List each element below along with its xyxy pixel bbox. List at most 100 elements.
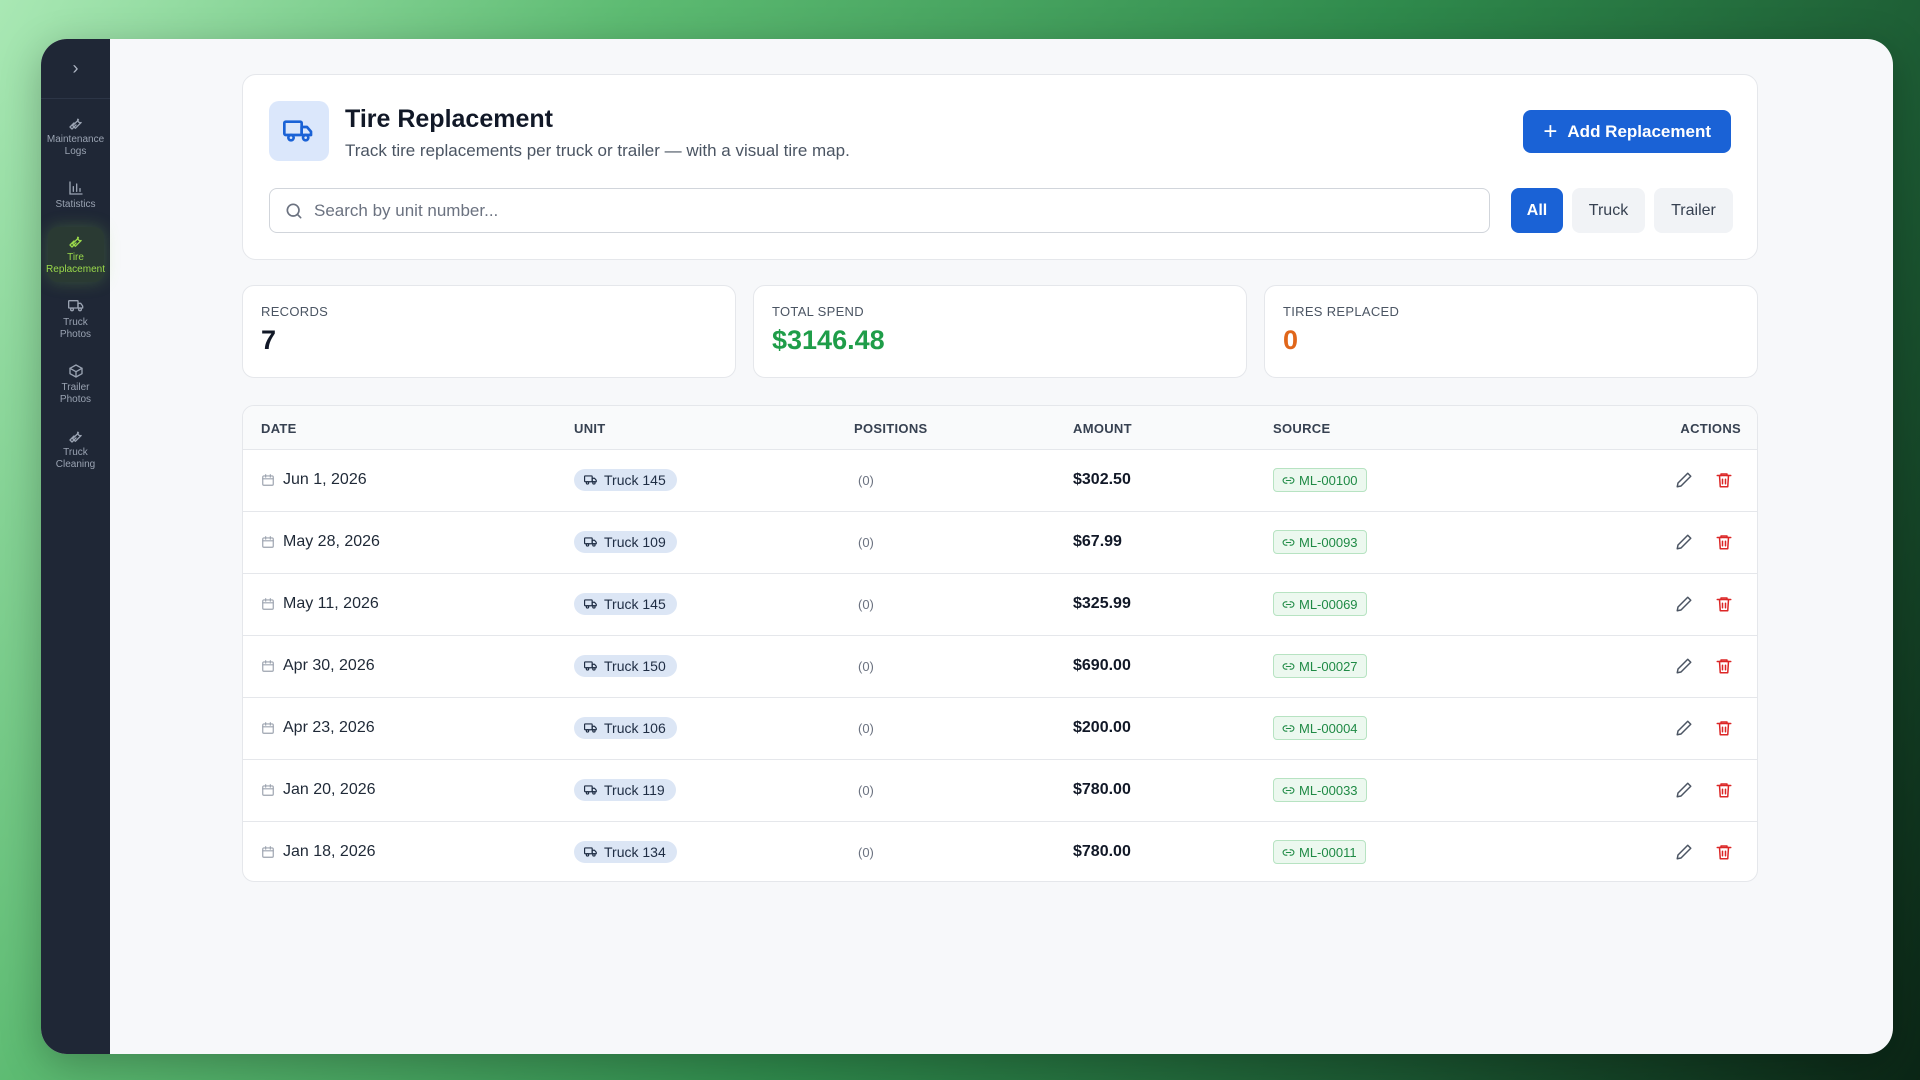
sidebar-item-maintenance-logs[interactable]: Maintenance Logs (47, 109, 104, 164)
edit-button[interactable] (1675, 781, 1695, 801)
amount-cell: $67.99 (1073, 533, 1122, 550)
unit-text: Truck 109 (604, 534, 666, 550)
sidebar-toggle-button[interactable]: › (41, 39, 110, 99)
source-link[interactable]: ML-00093 (1273, 530, 1367, 554)
truck-icon (584, 599, 597, 609)
link-icon (1282, 600, 1295, 608)
unit-badge[interactable]: Truck 145 (574, 593, 677, 615)
column-header-positions: POSITIONS (854, 421, 928, 436)
page-title: Tire Replacement (345, 105, 553, 133)
pencil-icon (1676, 472, 1692, 488)
delete-button[interactable] (1715, 595, 1735, 615)
filter-trailer-button[interactable]: Trailer (1654, 188, 1733, 233)
amount-cell: $690.00 (1073, 657, 1131, 674)
unit-badge[interactable]: Truck 106 (574, 717, 677, 739)
delete-button[interactable] (1715, 719, 1735, 739)
unit-badge[interactable]: Truck 150 (574, 655, 677, 677)
add-replacement-label: Add Replacement (1567, 121, 1711, 141)
filter-all-button[interactable]: All (1511, 188, 1563, 233)
date-text: Apr 23, 2026 (283, 719, 375, 736)
search-input[interactable] (314, 200, 1464, 221)
sidebar-item-statistics[interactable]: Statistics (48, 174, 104, 217)
source-link[interactable]: ML-00011 (1273, 840, 1366, 864)
table-row[interactable]: May 11, 2026 Truck 145 (0) $325.99 ML-00… (243, 574, 1757, 636)
table-header: DATE UNIT POSITIONS AMOUNT SOURCE ACTION… (243, 406, 1757, 450)
unit-badge[interactable]: Truck 145 (574, 469, 677, 491)
sidebar-item-trailer-photos[interactable]: Trailer Photos (48, 357, 104, 412)
sidebar-item-truck-photos[interactable]: Truck Photos (48, 292, 104, 347)
link-icon (1282, 848, 1295, 856)
trash-icon (1716, 659, 1732, 674)
delete-button[interactable] (1715, 843, 1735, 863)
wrench-icon (68, 118, 82, 130)
unit-text: Truck 145 (604, 472, 666, 488)
stat-value: 0 (1283, 325, 1299, 355)
trash-icon (1716, 783, 1732, 798)
source-link[interactable]: ML-00004 (1273, 716, 1367, 740)
stat-label: RECORDS (261, 304, 329, 319)
source-link[interactable]: ML-00100 (1273, 468, 1367, 492)
truck-icon (584, 785, 597, 795)
date-text: Jun 1, 2026 (283, 471, 367, 488)
date-cell: Apr 30, 2026 (261, 657, 375, 675)
column-header-amount: AMOUNT (1073, 421, 1132, 436)
delete-button[interactable] (1715, 657, 1735, 677)
truck-icon (584, 475, 597, 485)
bar-chart-icon (68, 181, 83, 195)
filter-truck-button[interactable]: Truck (1572, 188, 1645, 233)
edit-button[interactable] (1675, 595, 1695, 615)
trash-icon (1716, 845, 1732, 860)
unit-badge[interactable]: Truck 134 (574, 841, 677, 863)
positions-cell: (0) (858, 845, 874, 860)
date-text: May 28, 2026 (283, 533, 380, 550)
pencil-icon (1676, 782, 1692, 798)
edit-button[interactable] (1675, 657, 1695, 677)
amount-cell: $302.50 (1073, 471, 1131, 488)
amount-cell: $780.00 (1073, 843, 1131, 860)
replacements-table: DATE UNIT POSITIONS AMOUNT SOURCE ACTION… (242, 405, 1758, 882)
edit-button[interactable] (1675, 533, 1695, 553)
date-cell: Jan 20, 2026 (261, 781, 376, 799)
calendar-icon (262, 660, 274, 672)
edit-button[interactable] (1675, 843, 1695, 863)
edit-button[interactable] (1675, 471, 1695, 491)
source-link[interactable]: ML-00027 (1273, 654, 1367, 678)
source-link[interactable]: ML-00033 (1273, 778, 1367, 802)
table-row[interactable]: Apr 30, 2026 Truck 150 (0) $690.00 ML-00… (243, 636, 1757, 698)
sidebar-item-truck-cleaning[interactable]: Truck Cleaning (48, 422, 104, 477)
table-row[interactable]: Jan 20, 2026 Truck 119 (0) $780.00 ML-00… (243, 760, 1757, 822)
source-link[interactable]: ML-00069 (1273, 592, 1367, 616)
sidebar-item-label: Truck Cleaning (55, 447, 96, 470)
table-row[interactable]: May 28, 2026 Truck 109 (0) $67.99 ML-000… (243, 512, 1757, 574)
amount-cell: $200.00 (1073, 719, 1131, 736)
page-subtitle: Track tire replacements per truck or tra… (345, 141, 850, 160)
trash-icon (1716, 721, 1732, 736)
sidebar-item-label: Tire Replacement (46, 252, 105, 275)
sidebar-item-label: Truck Photos (59, 317, 92, 340)
delete-button[interactable] (1715, 781, 1735, 801)
sidebar-item-tire-replacement[interactable]: Tire Replacement (46, 227, 105, 282)
date-cell: May 28, 2026 (261, 533, 380, 551)
amount-cell: $325.99 (1073, 595, 1131, 612)
date-text: Jan 18, 2026 (283, 843, 376, 860)
table-row[interactable]: Jan 18, 2026 Truck 134 (0) $780.00 ML-00… (243, 822, 1757, 881)
date-cell: Jan 18, 2026 (261, 843, 376, 861)
column-header-date: DATE (261, 421, 297, 436)
sidebar-item-label: Trailer Photos (59, 382, 92, 405)
add-replacement-button[interactable]: + Add Replacement (1523, 110, 1731, 153)
wrench-icon (68, 431, 82, 443)
delete-button[interactable] (1715, 471, 1735, 491)
unit-badge[interactable]: Truck 109 (574, 531, 677, 553)
calendar-icon (262, 784, 274, 796)
unit-text: Truck 119 (604, 782, 665, 798)
pencil-icon (1676, 844, 1692, 860)
table-row[interactable]: Apr 23, 2026 Truck 106 (0) $200.00 ML-00… (243, 698, 1757, 760)
trash-icon (1716, 535, 1732, 550)
table-row[interactable]: Jun 1, 2026 Truck 145 (0) $302.50 ML-001… (243, 450, 1757, 512)
truck-icon (67, 300, 83, 312)
unit-badge[interactable]: Truck 119 (574, 779, 676, 801)
app-window: › Maintenance Logs Statistics Tire Repla… (41, 39, 1893, 1054)
unit-text: Truck 106 (604, 720, 666, 736)
edit-button[interactable] (1675, 719, 1695, 739)
delete-button[interactable] (1715, 533, 1735, 553)
